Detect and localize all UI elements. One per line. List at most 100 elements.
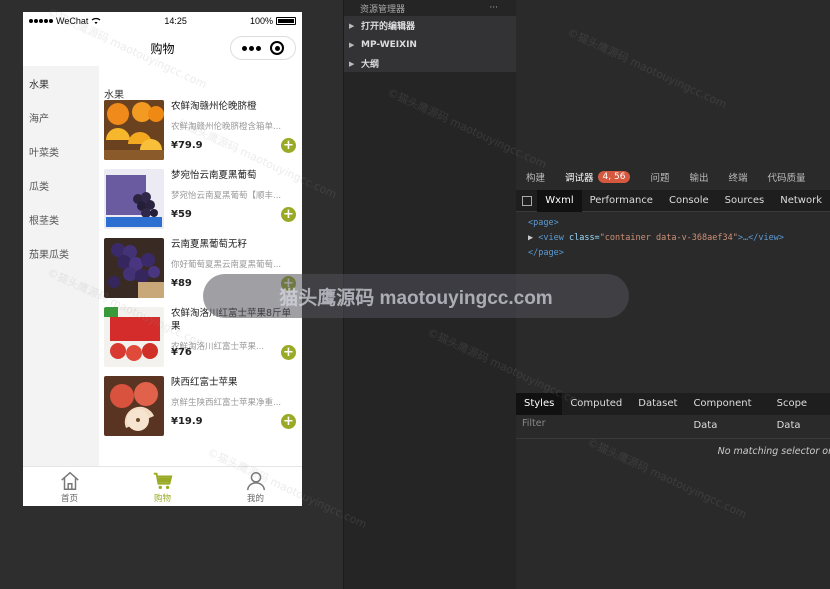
- tab-problems[interactable]: 问题: [640, 170, 679, 184]
- tab-styles[interactable]: Styles: [516, 393, 563, 415]
- capsule-menu: [230, 36, 296, 60]
- tab-scope-data[interactable]: Scope Data: [769, 393, 830, 431]
- tab-label: 构建: [526, 173, 546, 184]
- explorer-header: 资源管理器 ···: [344, 0, 516, 16]
- tab-performance[interactable]: Performance: [582, 190, 661, 212]
- wxml-node-page-close[interactable]: </page>: [528, 246, 784, 261]
- caret-right-icon: ▶: [349, 59, 355, 68]
- styles-tabs: Styles Computed Dataset Component Data S…: [516, 393, 830, 431]
- home-icon: [60, 471, 79, 490]
- more-icon[interactable]: [241, 45, 261, 51]
- tab-mine[interactable]: 我的: [209, 467, 302, 506]
- signal-icon: [29, 19, 53, 23]
- tab-network[interactable]: Network: [772, 190, 830, 212]
- attr-value: "container data-v-368aef34": [599, 233, 738, 243]
- tab-computed[interactable]: Computed: [562, 393, 630, 415]
- product-name: 陕西红富士苹果: [171, 377, 238, 388]
- product-price: ¥19.9: [171, 416, 203, 427]
- tag-close: >…</view>: [737, 233, 784, 243]
- tree-item-label: MP-WEIXIN: [361, 39, 417, 50]
- tab-home[interactable]: 首页: [23, 467, 116, 506]
- user-icon: [246, 471, 265, 490]
- add-to-cart-icon[interactable]: +: [281, 345, 296, 360]
- tab-wxml[interactable]: Wxml: [537, 189, 582, 212]
- product-item[interactable]: 梦宛怡云南夏黑葡萄 梦宛怡云南夏黑葡萄【顺丰... ¥59 +: [104, 169, 296, 238]
- watermark-banner: 猫头鹰源码 maotouyingcc.com: [203, 274, 629, 318]
- tab-label: 输出: [689, 173, 709, 184]
- category-item[interactable]: 海产: [23, 110, 99, 144]
- explorer-title: 资源管理器: [360, 4, 406, 15]
- product-image[interactable]: [104, 376, 164, 436]
- category-item[interactable]: 茄果瓜类: [23, 246, 99, 280]
- product-name: 农鲜淘赣州伦晚脐橙: [171, 101, 257, 112]
- tab-label: 购物: [153, 493, 171, 504]
- add-to-cart-icon[interactable]: +: [281, 138, 296, 153]
- category-item[interactable]: 叶菜类: [23, 144, 99, 178]
- tree-item-label: 打开的编辑器: [361, 22, 416, 32]
- category-sidebar: 水果 海产 叶菜类 瓜类 根茎类 茄果瓜类: [23, 66, 99, 466]
- time-label: 14:25: [164, 16, 187, 26]
- tree-item-open-editors[interactable]: ▶ 打开的编辑器: [344, 16, 516, 35]
- product-price: ¥59: [171, 209, 192, 220]
- category-item[interactable]: 水果: [23, 76, 99, 110]
- inspect-element-icon[interactable]: [516, 190, 537, 212]
- product-price: ¥89: [171, 278, 192, 289]
- tab-debugger[interactable]: 调试器 4, 56: [555, 170, 640, 184]
- tab-label: 首页: [60, 493, 78, 504]
- filter-input[interactable]: Filter: [522, 418, 546, 429]
- add-to-cart-icon[interactable]: +: [281, 414, 296, 429]
- status-bar: WeChat 14:25 100%: [23, 12, 302, 30]
- tab-label: 终端: [728, 173, 748, 184]
- close-mini-program-icon[interactable]: [270, 41, 285, 55]
- devtools-sub-tabs: Wxml Performance Console Sources Network: [516, 189, 830, 212]
- tree-item-mp-weixin[interactable]: ▶ MP-WEIXIN: [344, 35, 516, 54]
- wifi-icon: [91, 17, 101, 24]
- product-item[interactable]: 陕西红富士苹果 京鲜生陕西红富士苹果净重... ¥19.9 +: [104, 376, 296, 445]
- tab-build[interactable]: 构建: [516, 170, 555, 184]
- product-image[interactable]: [104, 100, 164, 160]
- category-item[interactable]: 根茎类: [23, 212, 99, 246]
- product-image[interactable]: [104, 238, 164, 298]
- tab-console[interactable]: Console: [661, 190, 717, 212]
- shop-content: 水果 海产 叶菜类 瓜类 根茎类 茄果瓜类 水果 农鲜淘赣州伦晚脐橙 农鲜淘赣州…: [23, 66, 302, 466]
- product-image[interactable]: [104, 307, 164, 367]
- battery-icon: [275, 17, 296, 25]
- product-name: 云南夏黑葡萄无籽: [171, 239, 248, 250]
- product-desc: 你好葡萄夏黑云南夏黑葡萄...: [171, 260, 282, 270]
- add-to-cart-icon[interactable]: +: [281, 207, 296, 222]
- cart-icon: [153, 472, 172, 489]
- wxml-node-view[interactable]: ▶ <view class="container data-v-368aef34…: [528, 231, 784, 246]
- product-price: ¥79.9: [171, 140, 203, 151]
- carrier-label: WeChat: [56, 16, 89, 26]
- tree-item-label: 大纲: [361, 60, 380, 70]
- more-icon[interactable]: ···: [489, 3, 498, 13]
- attr-name: class=: [568, 233, 600, 243]
- tab-terminal[interactable]: 终端: [718, 170, 757, 184]
- tab-code-quality[interactable]: 代码质量: [757, 170, 815, 184]
- divider: [516, 438, 830, 439]
- phone-simulator: WeChat 14:25 100% 购物 水果 海产 叶菜类 瓜类 根茎类 茄果…: [23, 12, 302, 506]
- page-title: 购物: [150, 41, 175, 56]
- caret-right-icon: ▶: [349, 40, 355, 49]
- tab-sources[interactable]: Sources: [717, 190, 773, 212]
- category-item[interactable]: 瓜类: [23, 178, 99, 212]
- product-desc: 农鲜淘赣州伦晚脐橙含箱单...: [171, 122, 282, 132]
- product-price: ¥76: [171, 347, 192, 358]
- error-count-badge: 4, 56: [597, 171, 631, 183]
- tab-component-data[interactable]: Component Data: [685, 393, 768, 431]
- tab-output[interactable]: 输出: [679, 170, 718, 184]
- tab-label: 调试器: [565, 173, 594, 184]
- tab-shopping[interactable]: 购物: [116, 467, 209, 506]
- tab-dataset[interactable]: Dataset: [630, 393, 685, 415]
- tree-item-outline[interactable]: ▶ 大纲: [344, 54, 516, 73]
- wxml-node-page-open[interactable]: <page>: [528, 216, 784, 231]
- product-image[interactable]: [104, 169, 164, 229]
- no-match-message: No matching selector or: [717, 446, 830, 457]
- product-item[interactable]: 农鲜淘赣州伦晚脐橙 农鲜淘赣州伦晚脐橙含箱单... ¥79.9 +: [104, 100, 296, 169]
- caret-right-icon: ▶: [349, 21, 355, 30]
- tab-label: 我的: [246, 493, 264, 504]
- expand-triangle-icon[interactable]: ▶: [528, 233, 538, 243]
- explorer-tree: ▶ 打开的编辑器 ▶ MP-WEIXIN ▶ 大纲: [344, 16, 516, 72]
- battery-label: 100%: [249, 16, 273, 26]
- nav-bar: 购物: [23, 30, 302, 66]
